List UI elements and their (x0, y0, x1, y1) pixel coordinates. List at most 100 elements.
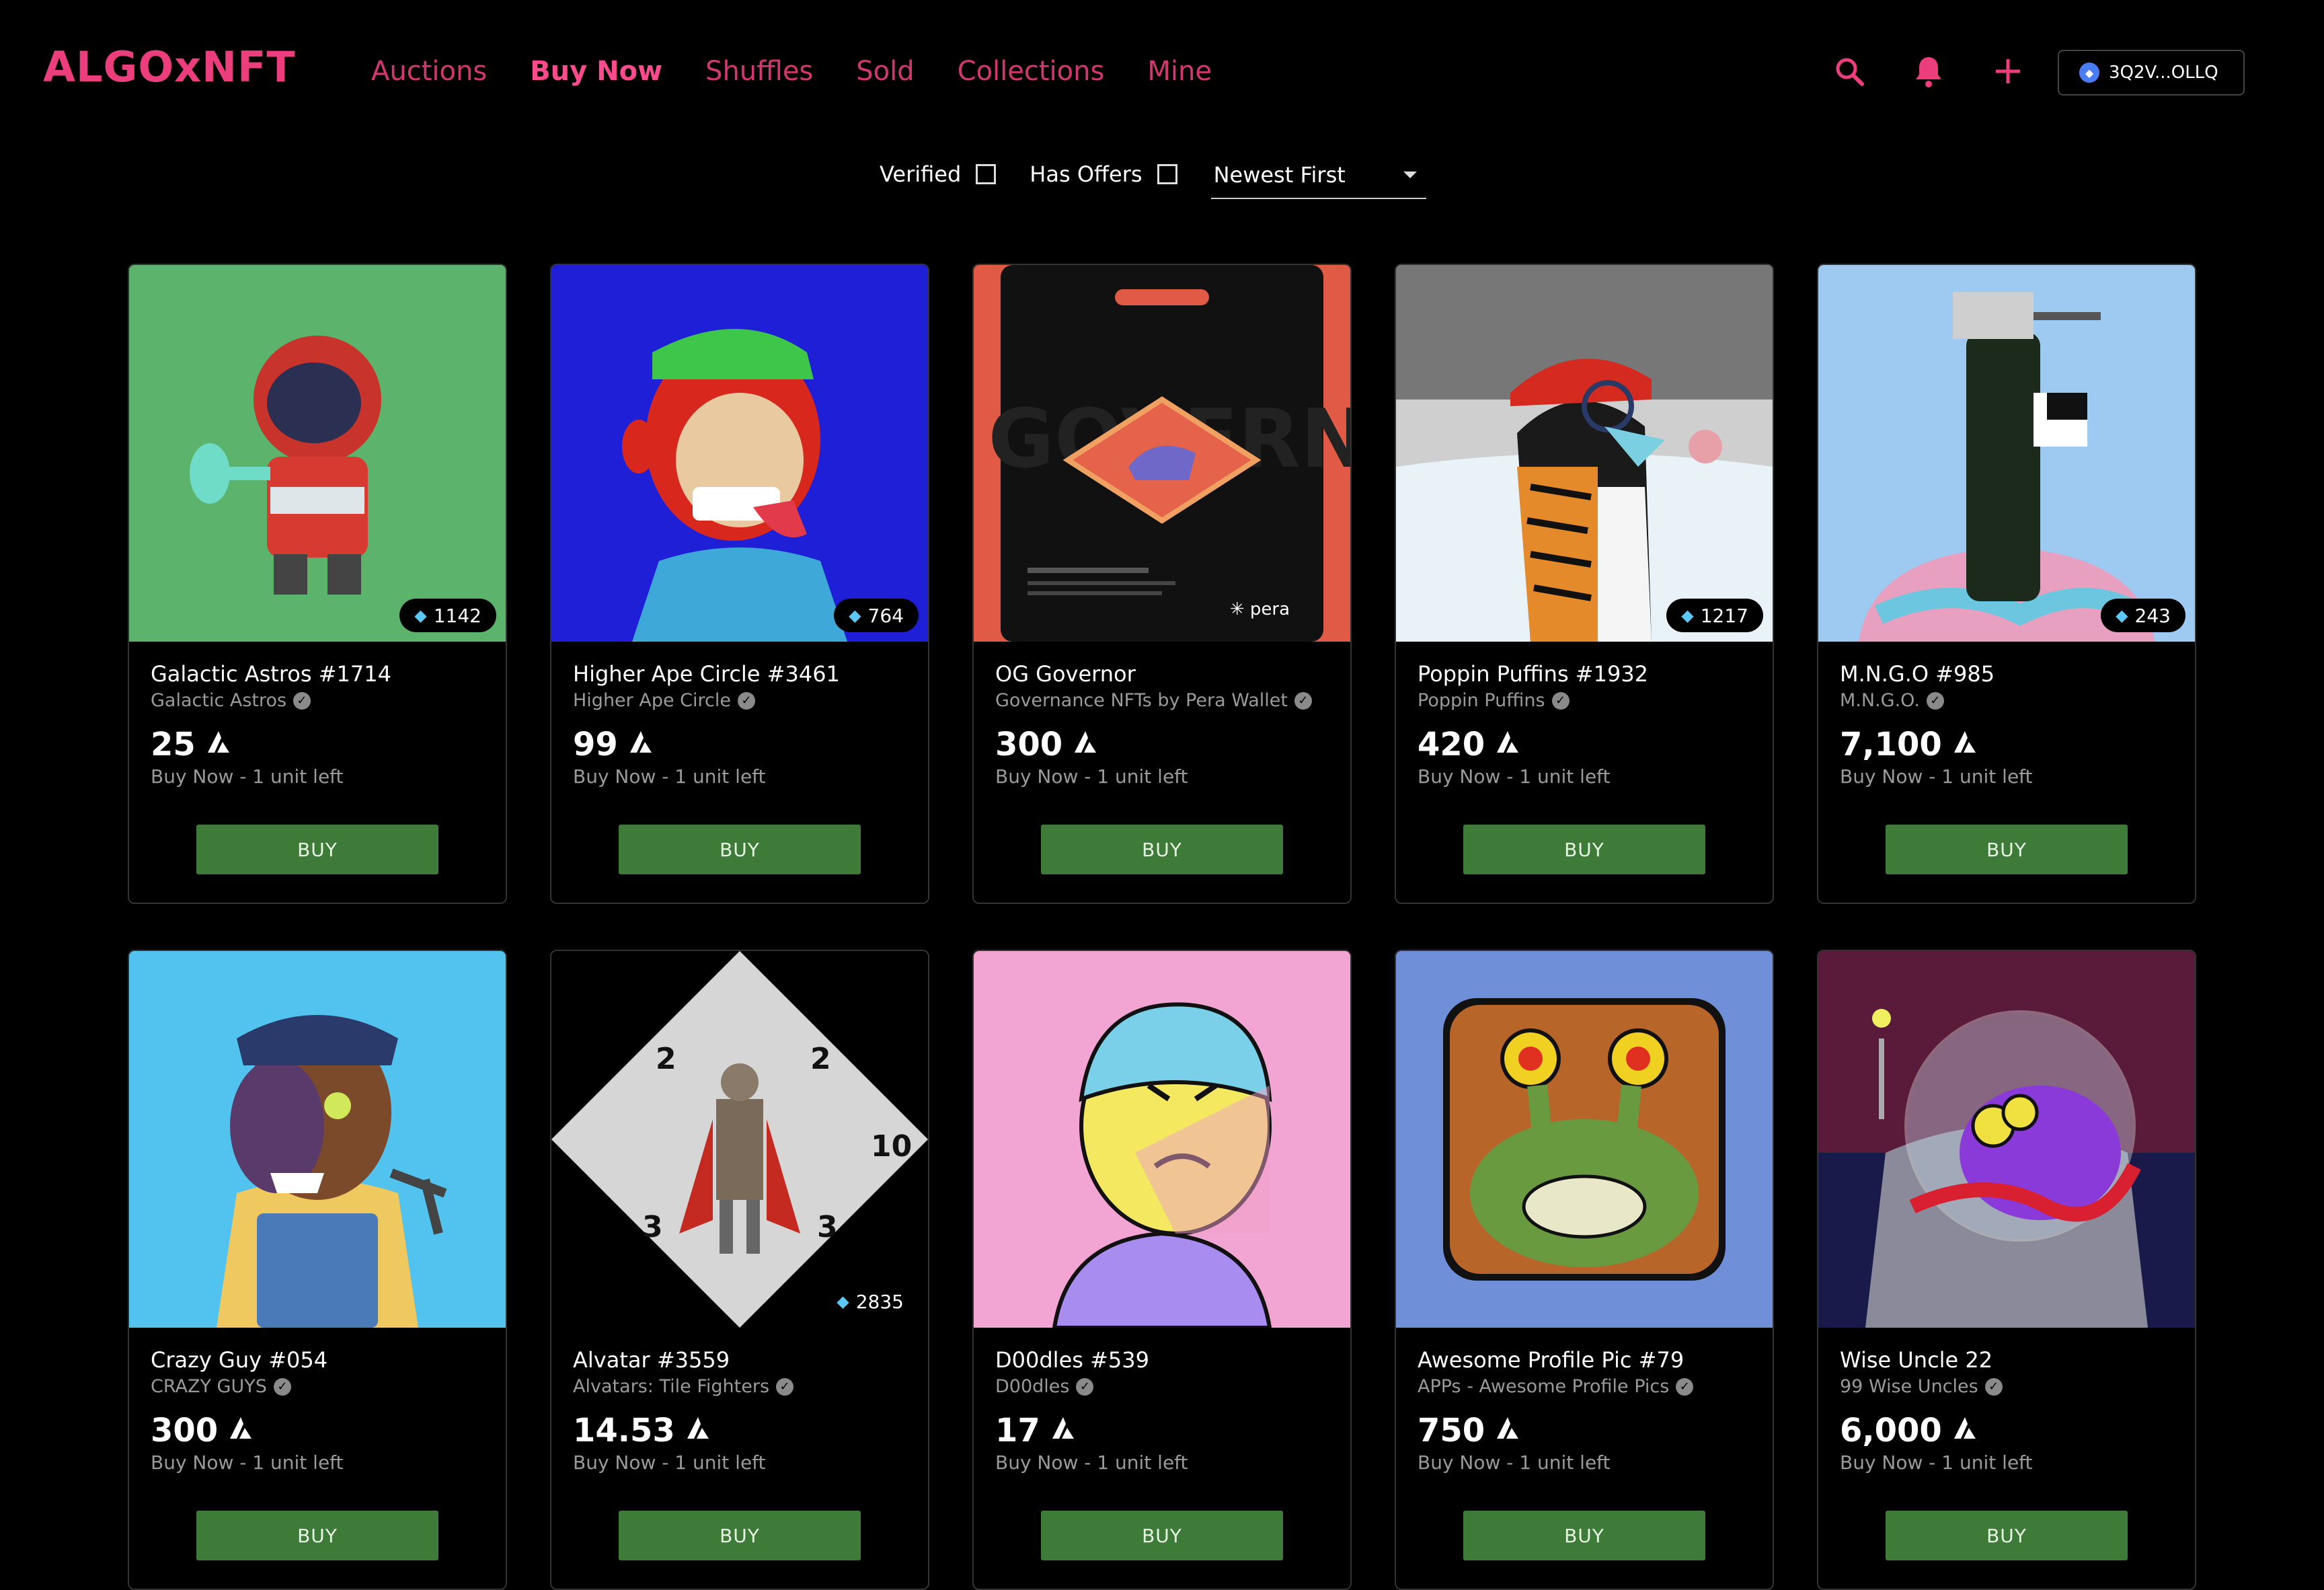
collection-name[interactable]: 99 Wise Uncles ✓ (1840, 1375, 2173, 1399)
rarity-rank: 764 (867, 604, 904, 627)
nft-image[interactable] (1396, 951, 1773, 1328)
collection-name[interactable]: Alvatars: Tile Fighters ✓ (573, 1375, 906, 1399)
nft-card[interactable]: D00dles #539 D00dles ✓ 17 Buy Now - 1 un… (972, 950, 1352, 1590)
diamond-icon: ◆ (849, 606, 861, 625)
nft-image[interactable]: 2 2 10 3 3 ◆ 2835 (551, 951, 928, 1328)
nft-card[interactable]: OG GOVERNOR ✳ pera OG Governor Governanc… (972, 264, 1352, 904)
nav-collections[interactable]: Collections (958, 51, 1105, 91)
sort-select[interactable]: Newest First (1210, 152, 1426, 199)
nav-auctions[interactable]: Auctions (371, 51, 487, 91)
listing-status: Buy Now - 1 unit left (995, 765, 1188, 788)
nft-image[interactable] (974, 951, 1350, 1328)
buy-button[interactable]: BUY (619, 1511, 861, 1560)
collection-name[interactable]: Governance NFTs by Pera Wallet ✓ (995, 689, 1329, 713)
verified-checkbox[interactable] (976, 164, 997, 184)
buy-button[interactable]: BUY (1886, 825, 2128, 874)
collection-label: APPs - Awesome Profile Pics (1418, 1376, 1670, 1397)
rarity-rank: 2835 (855, 1290, 904, 1313)
collection-name[interactable]: Higher Ape Circle ✓ (573, 689, 906, 713)
nft-name[interactable]: D00dles #539 (995, 1345, 1329, 1375)
nft-image[interactable]: ◆ 1142 (129, 265, 506, 642)
listing-status: Buy Now - 1 unit left (995, 1451, 1188, 1474)
nft-image[interactable]: OG GOVERNOR ✳ pera (974, 265, 1350, 642)
collection-name[interactable]: Galactic Astros ✓ (151, 689, 484, 713)
add-icon[interactable] (1988, 51, 2028, 91)
nft-name[interactable]: OG Governor (995, 659, 1329, 689)
wallet-icon: ◆ (2079, 63, 2099, 83)
has-offers-label: Has Offers (1030, 161, 1142, 187)
price-value: 25 (151, 726, 196, 763)
wallet-address: 3Q2V...OLLQ (2109, 63, 2218, 83)
buy-button[interactable]: BUY (196, 825, 438, 874)
collection-name[interactable]: D00dles ✓ (995, 1375, 1329, 1399)
price: 6,000 (1840, 1411, 2173, 1450)
diamond-icon: ◆ (837, 1292, 849, 1311)
nft-image[interactable]: ◆ 243 (1818, 265, 2195, 642)
bell-icon[interactable] (1908, 51, 1949, 91)
has-offers-checkbox[interactable] (1157, 164, 1177, 184)
nft-card[interactable]: ◆ 243 M.N.G.O #985 M.N.G.O. ✓ 7,100 Buy N… (1817, 264, 2196, 904)
tile-number: 3 (642, 1210, 663, 1244)
nav-buy-now[interactable]: Buy Now (530, 51, 662, 91)
algo-icon (1485, 725, 1521, 764)
diamond-icon: ◆ (1681, 606, 1694, 625)
nft-name[interactable]: M.N.G.O #985 (1840, 659, 2173, 689)
nft-name[interactable]: Alvatar #3559 (573, 1345, 906, 1375)
rarity-rank: 1142 (433, 604, 481, 627)
collection-name[interactable]: Poppin Puffins ✓ (1418, 689, 1751, 713)
nft-image[interactable] (129, 951, 506, 1328)
collection-name[interactable]: APPs - Awesome Profile Pics ✓ (1418, 1375, 1751, 1399)
collection-label: Governance NFTs by Pera Wallet (995, 690, 1288, 711)
nft-image[interactable] (1818, 951, 2195, 1328)
alvatar-tile-image: 2 2 10 3 3 (551, 951, 928, 1328)
rarity-badge: ◆ 243 (2101, 599, 2185, 632)
nav-shuffles[interactable]: Shuffles (705, 51, 813, 91)
nft-name[interactable]: Crazy Guy #054 (151, 1345, 484, 1375)
nft-name[interactable]: Poppin Puffins #1932 (1418, 659, 1751, 689)
tile-number: 10 (871, 1129, 912, 1164)
price: 750 (1418, 1411, 1751, 1450)
nft-card[interactable]: ◆ 1217 Poppin Puffins #1932 Poppin Puffin… (1395, 264, 1774, 904)
buy-button[interactable]: BUY (1886, 1511, 2128, 1560)
nft-image[interactable]: ◆ 764 (551, 265, 928, 642)
governor-pin-image: OG GOVERNOR ✳ pera (974, 265, 1350, 642)
buy-button[interactable]: BUY (1041, 825, 1283, 874)
nft-name[interactable]: Galactic Astros #1714 (151, 659, 484, 689)
buy-button[interactable]: BUY (1463, 1511, 1705, 1560)
price: 7,100 (1840, 725, 2173, 764)
algo-icon (675, 1411, 711, 1450)
price-value: 300 (151, 1412, 219, 1449)
price-value: 14.53 (573, 1412, 675, 1449)
nft-card[interactable]: ◆ 764 Higher Ape Circle #3461 Higher Ape … (550, 264, 929, 904)
collection-label: Poppin Puffins (1418, 690, 1545, 711)
collection-name[interactable]: CRAZY GUYS ✓ (151, 1375, 484, 1399)
nav-sold[interactable]: Sold (856, 51, 914, 91)
algo-icon (1942, 1411, 1978, 1450)
buy-button[interactable]: BUY (196, 1511, 438, 1560)
wallet-button[interactable]: ◆ 3Q2V...OLLQ (2058, 50, 2245, 96)
nft-card[interactable]: Awesome Profile Pic #79 APPs - Awesome P… (1395, 950, 1774, 1590)
buy-button[interactable]: BUY (619, 825, 861, 874)
nft-name[interactable]: Wise Uncle 22 (1840, 1345, 2173, 1375)
algo-icon (1062, 725, 1099, 764)
nft-name[interactable]: Higher Ape Circle #3461 (573, 659, 906, 689)
nft-card[interactable]: Wise Uncle 22 99 Wise Uncles ✓ 6,000 Buy… (1817, 950, 2196, 1590)
collection-name[interactable]: M.N.G.O. ✓ (1840, 689, 2173, 713)
listing-status: Buy Now - 1 unit left (1418, 765, 1611, 788)
logo[interactable]: ALGOxNFT (43, 40, 296, 94)
price-value: 17 (995, 1412, 1040, 1449)
buy-button[interactable]: BUY (1463, 825, 1705, 874)
verified-check-icon: ✓ (1294, 692, 1312, 710)
search-icon[interactable] (1829, 51, 1869, 91)
nft-card[interactable]: 2 2 10 3 3 ◆ 2835 Alvatar #3559 Alvatars:… (550, 950, 929, 1590)
nft-image[interactable]: ◆ 1217 (1396, 265, 1773, 642)
snail-image (1396, 951, 1773, 1328)
price-value: 300 (995, 726, 1063, 763)
nft-card[interactable]: Crazy Guy #054 CRAZY GUYS ✓ 300 Buy Now … (128, 950, 507, 1590)
nft-card[interactable]: ◆ 1142 Galactic Astros #1714 Galactic Ast… (128, 264, 507, 904)
price: 25 (151, 725, 484, 764)
nav-mine[interactable]: Mine (1147, 51, 1212, 91)
verified-check-icon: ✓ (776, 1378, 794, 1396)
nft-name[interactable]: Awesome Profile Pic #79 (1418, 1345, 1751, 1375)
buy-button[interactable]: BUY (1041, 1511, 1283, 1560)
